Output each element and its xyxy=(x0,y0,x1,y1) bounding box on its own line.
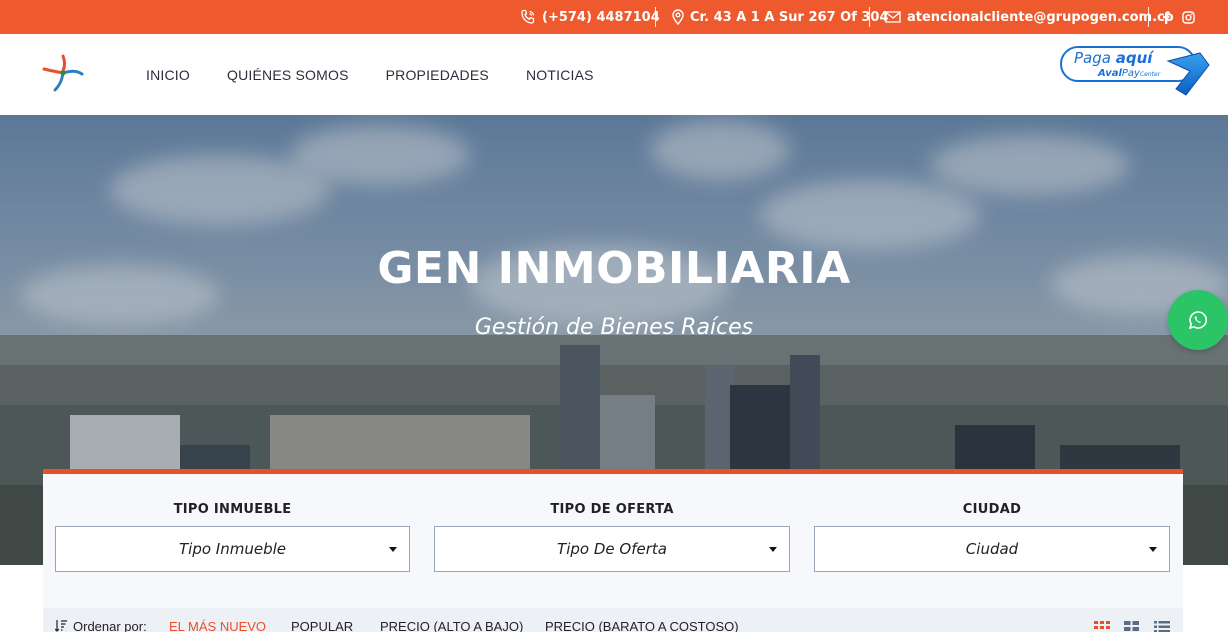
city-select[interactable]: Ciudad xyxy=(814,526,1170,572)
phone-icon xyxy=(521,9,535,24)
pay-here-button[interactable]: Paga aquí AvalPayCenter xyxy=(1058,43,1216,107)
top-contact-bar: (+574) 4487104 Cr. 43 A 1 A Sur 267 Of 3… xyxy=(0,0,1228,34)
email-text: atencionalcliente@grupogen.com.co xyxy=(907,9,1174,25)
list-icon[interactable] xyxy=(1154,621,1170,632)
nav-item-quienes-somos[interactable]: QUIÉNES SOMOS xyxy=(227,67,349,83)
nav-item-noticias[interactable]: NOTICIAS xyxy=(526,67,594,83)
hero-title: GEN INMOBILIARIA xyxy=(377,243,851,294)
divider xyxy=(655,7,656,27)
site-header: INICIO QUIÉNES SOMOS PROPIEDADES NOTICIA… xyxy=(0,34,1228,115)
sort-label: Ordenar por: xyxy=(73,619,147,632)
sort-option-price-high-low[interactable]: PRECIO (ALTO A BAJO) xyxy=(380,619,523,632)
city-value: Ciudad xyxy=(965,540,1019,558)
caret-down-icon xyxy=(769,547,777,552)
instagram-icon xyxy=(1182,10,1195,24)
phone-text: (+574) 4487104 xyxy=(542,9,660,25)
divider xyxy=(869,7,870,27)
location-pin-icon xyxy=(672,9,684,25)
svg-text:Paga aquí: Paga aquí xyxy=(1074,49,1155,67)
main-nav: INICIO QUIÉNES SOMOS PROPIEDADES NOTICIA… xyxy=(146,34,594,115)
property-type-label: TIPO INMUEBLE xyxy=(173,502,292,517)
sort-option-price-low-high[interactable]: PRECIO (BARATO A COSTOSO) xyxy=(545,619,739,632)
offer-type-select[interactable]: Tipo De Oferta xyxy=(434,526,790,572)
sort-option-popular[interactable]: POPULAR xyxy=(291,619,353,632)
phone-contact[interactable]: (+574) 4487104 xyxy=(520,0,660,34)
offer-type-label: TIPO DE OFERTA xyxy=(550,502,674,517)
caret-down-icon xyxy=(389,547,397,552)
grid-small-icon[interactable] xyxy=(1124,621,1139,632)
grid-large-icon[interactable] xyxy=(1094,621,1110,632)
whatsapp-icon xyxy=(1188,311,1207,330)
nav-item-propiedades[interactable]: PROPIEDADES xyxy=(386,67,489,83)
address-contact: Cr. 43 A 1 A Sur 267 Of 304 xyxy=(672,0,889,34)
email-contact[interactable]: atencionalcliente@grupogen.com.co xyxy=(885,0,1174,34)
property-type-select[interactable]: Tipo Inmueble xyxy=(55,526,410,572)
instagram-link[interactable] xyxy=(1182,0,1195,34)
nav-item-inicio[interactable]: INICIO xyxy=(146,67,190,83)
hero-subtitle: Gestión de Bienes Raíces xyxy=(474,315,754,340)
offer-type-value: Tipo De Oferta xyxy=(557,540,667,558)
sort-icon xyxy=(55,620,67,632)
facebook-icon xyxy=(1163,10,1170,24)
facebook-link[interactable] xyxy=(1162,0,1170,34)
divider xyxy=(1148,7,1149,27)
city-label: CIUDAD xyxy=(962,502,1022,517)
address-text: Cr. 43 A 1 A Sur 267 Of 304 xyxy=(690,9,889,25)
whatsapp-button[interactable] xyxy=(1168,290,1228,350)
sort-option-newest[interactable]: EL MÁS NUEVO xyxy=(169,619,266,632)
sort-bar: Ordenar por: EL MÁS NUEVO POPULAR PRECIO… xyxy=(43,608,1183,632)
company-logo[interactable] xyxy=(42,52,84,94)
property-type-value: Tipo Inmueble xyxy=(179,540,286,558)
caret-down-icon xyxy=(1149,547,1157,552)
mail-icon xyxy=(885,11,901,23)
